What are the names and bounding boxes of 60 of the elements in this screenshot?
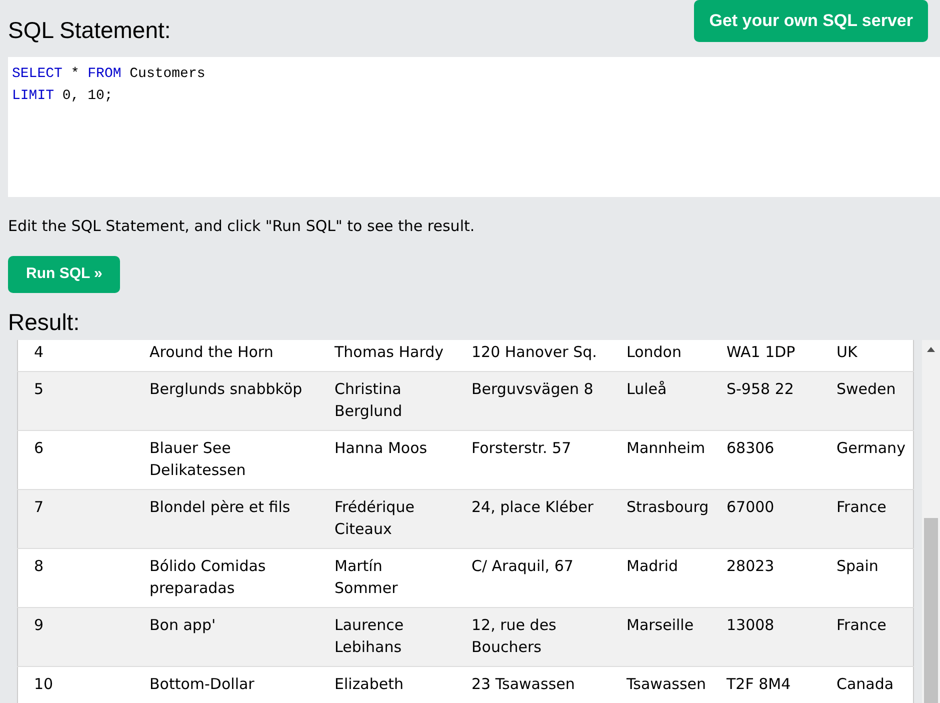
- table-cell: UK: [820, 340, 914, 372]
- table-cell: C/ Araquil, 67: [456, 548, 610, 608]
- table-cell: Sweden: [820, 372, 914, 431]
- table-cell: Forsterstr. 57: [456, 430, 610, 490]
- scrollbar[interactable]: [922, 340, 940, 703]
- table-cell: T2F 8M4: [710, 666, 820, 703]
- table-cell: Elizabeth: [318, 666, 456, 703]
- table-cell: 6: [18, 430, 134, 490]
- table-cell: 7: [18, 490, 134, 549]
- table-cell: Christina Berglund: [318, 372, 456, 431]
- code-line: SELECT * FROM Customers: [12, 64, 206, 84]
- table-cell: Around the Horn: [134, 340, 318, 372]
- table-cell: 9: [18, 608, 134, 667]
- table-cell: Laurence Lebihans: [318, 608, 456, 667]
- scrollbar-thumb[interactable]: [924, 518, 938, 703]
- table-cell: Bottom-Dollar: [134, 666, 318, 703]
- table-cell: 24, place Kléber: [456, 490, 610, 549]
- table-cell: 23 Tsawassen: [456, 666, 610, 703]
- table-cell: Thomas Hardy: [318, 340, 456, 372]
- table-cell: Bólido Comidas preparadas: [134, 548, 318, 608]
- table-cell: France: [820, 490, 914, 549]
- sql-editor[interactable]: SELECT * FROM Customers LIMIT 0, 10;: [8, 56, 940, 197]
- table-cell: London: [610, 340, 710, 372]
- table-cell: Martín Sommer: [318, 548, 456, 608]
- table-cell: Madrid: [610, 548, 710, 608]
- table-cell: S-958 22: [710, 372, 820, 431]
- table-cell: France: [820, 608, 914, 667]
- table-cell: 12, rue des Bouchers: [456, 608, 610, 667]
- code-line: LIMIT 0, 10;: [12, 86, 114, 106]
- instructions-text: Edit the SQL Statement, and click "Run SQL" to see the result.: [8, 216, 476, 237]
- table-cell: Blauer See Delikatessen: [134, 430, 318, 490]
- table-cell: Luleå: [610, 372, 710, 431]
- table-cell: Berguvsvägen 8: [456, 372, 610, 431]
- table-cell: 68306: [710, 430, 820, 490]
- table-cell: Spain: [820, 548, 914, 608]
- table-cell: Berglunds snabbköp: [134, 372, 318, 431]
- table-cell: 5: [18, 372, 134, 431]
- table-cell: Strasbourg: [610, 490, 710, 549]
- table-cell: Bon app': [134, 608, 318, 667]
- table-cell: Hanna Moos: [318, 430, 456, 490]
- table-cell: WA1 1DP: [710, 340, 820, 372]
- table-cell: 10: [18, 666, 134, 703]
- result-title: Result:: [8, 308, 81, 336]
- table-cell: Mannheim: [610, 430, 710, 490]
- table-cell: 4: [18, 340, 134, 372]
- table-cell: Canada: [820, 666, 914, 703]
- table-cell: Tsawassen: [610, 666, 710, 703]
- table-cell: Frédérique Citeaux: [318, 490, 456, 549]
- table-cell: Blondel père et fils: [134, 490, 318, 549]
- table-cell: 28023: [710, 548, 820, 608]
- section-title: SQL Statement:: [8, 17, 171, 45]
- table-cell: Marseille: [610, 608, 710, 667]
- run-sql-button[interactable]: Run SQL »: [8, 256, 120, 293]
- table-cell: Germany: [820, 430, 914, 490]
- scroll-up-icon[interactable]: [927, 346, 935, 352]
- table-cell: 13008: [710, 608, 820, 667]
- get-sql-server-button[interactable]: Get your own SQL server: [694, 0, 928, 42]
- table-cell: 120 Hanover Sq.: [456, 340, 610, 372]
- table-cell: 67000: [710, 490, 820, 549]
- table-cell: 8: [18, 548, 134, 608]
